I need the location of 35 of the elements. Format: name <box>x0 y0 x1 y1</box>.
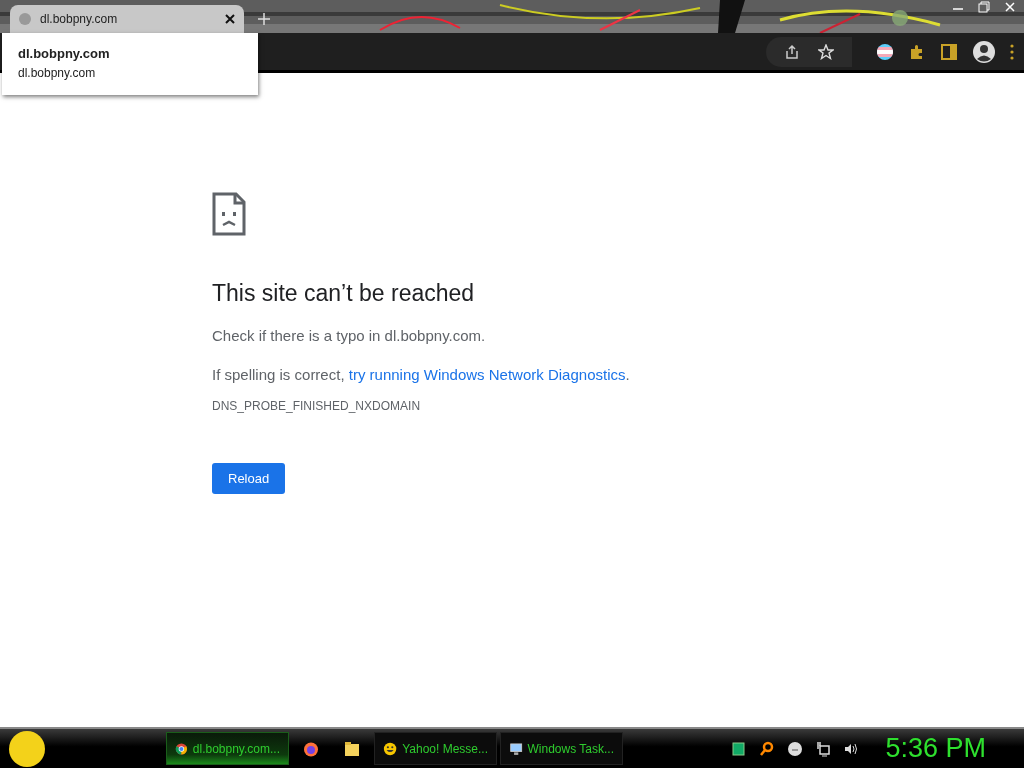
tooltip-url: dl.bobpny.com <box>18 66 96 80</box>
taskbar-button[interactable]: Windows Task... <box>500 732 623 765</box>
start-button[interactable] <box>8 729 46 768</box>
chrome-icon <box>175 740 188 757</box>
new-tab-icon[interactable] <box>258 13 270 25</box>
error-suggestion: If spelling is correct, try running Windows Network Diagnostics. <box>212 366 631 383</box>
browser-tab[interactable]: dl.bobpny.com <box>10 5 244 33</box>
smiley-icon <box>383 740 398 757</box>
address-bar[interactable] <box>766 36 852 67</box>
avatar-icon[interactable] <box>972 39 996 64</box>
share-icon[interactable] <box>784 43 800 60</box>
diagnostics-link[interactable]: try running Windows Network Diagnostics <box>348 366 626 383</box>
side-panel-icon[interactable] <box>940 42 958 61</box>
profile-flag-icon[interactable] <box>876 42 894 61</box>
close-icon[interactable] <box>1004 0 1016 14</box>
restore-icon[interactable] <box>978 0 990 14</box>
firefox-icon <box>303 740 319 757</box>
error-hint: Check if there is a typo in dl.bobpny.com. <box>212 327 487 344</box>
monitor-icon <box>509 740 523 757</box>
taskbar-button[interactable]: dl.bobpny.com... <box>166 732 289 765</box>
search-icon[interactable] <box>759 740 776 757</box>
network-icon[interactable] <box>815 740 832 757</box>
clock[interactable]: 5:36 PM <box>885 733 986 764</box>
star-icon[interactable] <box>818 43 834 60</box>
emoticon-icon[interactable] <box>787 740 804 757</box>
tooltip-title: dl.bobpny.com <box>18 46 111 61</box>
folder-icon <box>344 740 360 757</box>
reload-button[interactable]: Reload <box>212 463 286 494</box>
error-title: This site can’t be reached <box>212 280 476 307</box>
menu-icon[interactable] <box>1010 43 1014 60</box>
tab-title: dl.bobpny.com <box>40 12 119 26</box>
sad-page-icon <box>212 192 246 236</box>
close-icon[interactable] <box>224 13 236 25</box>
error-code: DNS_PROBE_FINISHED_NXDOMAIN <box>212 399 422 413</box>
taskbar-button[interactable]: Yahoo! Messe... <box>374 732 497 765</box>
